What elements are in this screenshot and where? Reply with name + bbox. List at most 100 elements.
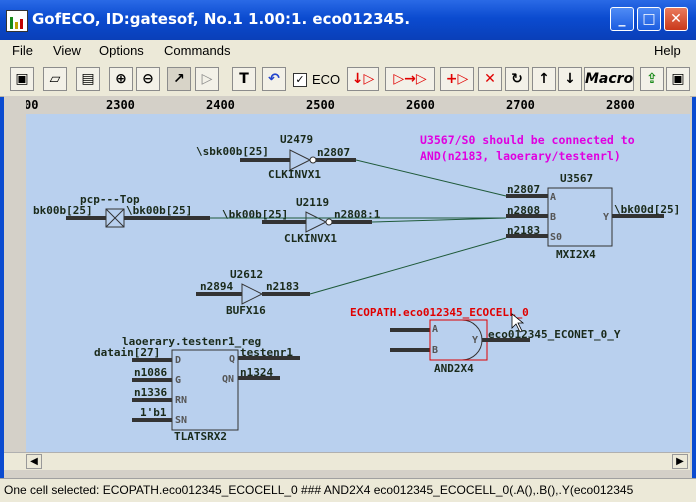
rotate-icon[interactable]: ↻ <box>505 67 529 91</box>
pcp-in-net: bk00b[25] <box>33 204 93 217</box>
eco-checkbox-label: ECO <box>312 72 341 87</box>
u2612-cell: BUFX16 <box>226 304 266 317</box>
reg-pin-rn: RN <box>175 395 187 406</box>
u3567-pin-a: A <box>550 192 556 203</box>
u3567-net-a: n2807 <box>507 183 540 196</box>
eco-path-label: ECOPATH.eco012345_ECOCELL_0 <box>350 306 529 319</box>
u2479-inverter-symbol[interactable] <box>289 149 312 171</box>
open-folder-icon[interactable]: ▱ <box>43 67 67 91</box>
delete-icon[interactable]: ✕ <box>478 67 502 91</box>
ruler-tick: 2600 <box>406 98 435 112</box>
eco-pin-y: Y <box>472 335 478 346</box>
reg-pin-g: G <box>175 375 181 386</box>
reg-pin-q: Q <box>229 354 235 365</box>
zoom-out-icon[interactable]: ⊖ <box>136 67 160 91</box>
u3567-net-b: n2808 <box>507 204 540 217</box>
u2119-in-net: \bk00b[25] <box>222 208 288 221</box>
macro-button[interactable]: Macro <box>584 67 634 91</box>
add-gate-icon[interactable]: +▷ <box>440 67 474 91</box>
window-title: GofECO, ID:gatesof, No.1 1.00:1. eco0123… <box>32 10 411 28</box>
ruler-tick: 2500 <box>306 98 335 112</box>
reg-net-qn: n1324 <box>240 366 273 379</box>
eco-note-line2: AND(n2183, laoerary/testenrl) <box>420 149 621 163</box>
horizontal-scrollbar[interactable]: ◀ ▶ <box>4 452 690 470</box>
select-arrow-icon[interactable]: ↗ <box>167 67 191 91</box>
reg-net-rn: n1336 <box>134 386 167 399</box>
ruler-tick: 2300 <box>106 98 135 112</box>
insert-gate-chain-icon[interactable]: ▷→▷ <box>385 67 435 91</box>
export-icon[interactable]: ⇪ <box>640 67 664 91</box>
u3567-net-s0: n2183 <box>507 224 540 237</box>
schematic-canvas[interactable]: U3567/S0 should be connected to AND(n218… <box>26 114 690 452</box>
arrow-up-icon[interactable]: ↑ <box>532 67 556 91</box>
save-icon[interactable]: ▣ <box>10 67 34 91</box>
horizontal-ruler: 00 2300 2400 2500 2600 2700 2800 <box>26 96 690 115</box>
ruler-tick: 00 <box>26 98 39 112</box>
ruler-tick: 2400 <box>206 98 235 112</box>
menu-commands[interactable]: Commands <box>164 43 230 58</box>
maximize-button[interactable]: □ <box>637 7 661 31</box>
ruler-tick: 2800 <box>606 98 635 112</box>
net-n2808-wire[interactable] <box>371 217 507 223</box>
eco-checkbox[interactable]: ✓ <box>293 73 307 87</box>
u2479-name: U2479 <box>280 133 313 146</box>
eco-note-line1: U3567/S0 should be connected to <box>420 133 635 147</box>
u3567-name: U3567 <box>560 172 593 185</box>
u3567-net-y: \bk00d[25] <box>614 203 680 216</box>
title-bar[interactable]: GofECO, ID:gatesof, No.1 1.00:1. eco0123… <box>0 0 696 40</box>
menu-help[interactable]: Help <box>654 43 681 58</box>
reg-pin-sn: SN <box>175 415 187 426</box>
menu-view[interactable]: View <box>53 43 81 58</box>
app-icon <box>6 10 28 32</box>
u2612-name: U2612 <box>230 268 263 281</box>
u3567-pin-b: B <box>550 212 556 223</box>
u2612-buffer-symbol[interactable] <box>241 283 264 305</box>
play-icon[interactable]: ▷ <box>195 67 219 91</box>
ruler-tick: 2700 <box>506 98 535 112</box>
u2612-in-net: n2894 <box>200 280 233 293</box>
menu-bar: File View Options Commands Help <box>0 40 696 62</box>
text-tool-icon[interactable]: T <box>232 67 256 91</box>
u2612-out-net: n2183 <box>266 280 299 293</box>
eco-pin-b: B <box>432 345 438 356</box>
net-n2807-wire[interactable] <box>355 159 507 197</box>
reg-pin-d: D <box>175 355 181 366</box>
u2119-bubble <box>325 218 333 226</box>
u3567-cell: MXI2X4 <box>556 248 596 261</box>
print-icon[interactable]: ▤ <box>76 67 100 91</box>
zoom-in-icon[interactable]: ⊕ <box>109 67 133 91</box>
u2479-bubble <box>309 156 317 164</box>
schematic-svg: U3567/S0 should be connected to AND(n218… <box>33 133 680 443</box>
vertical-ruler <box>4 96 27 452</box>
u2479-in-net: \sbk00b[25] <box>196 145 269 158</box>
reg-net-g: n1086 <box>134 366 167 379</box>
insert-buffer-icon[interactable]: ↓▷ <box>347 67 379 91</box>
reg-cell: TLATSRX2 <box>174 430 227 443</box>
u2119-out-net: n2808:1 <box>334 208 381 221</box>
arrow-down-icon[interactable]: ↓ <box>558 67 582 91</box>
u3567-pin-s0: S0 <box>550 232 562 243</box>
eco-pin-a: A <box>432 324 438 335</box>
close-button[interactable]: ✕ <box>664 7 688 31</box>
u2479-cell: CLKINVX1 <box>268 168 321 181</box>
reg-net-q: testenr1 <box>240 346 293 359</box>
scroll-right-icon[interactable]: ▶ <box>672 454 688 469</box>
save-disk-icon[interactable]: ▣ <box>666 67 690 91</box>
menu-options[interactable]: Options <box>99 43 144 58</box>
reg-net-sn: 1'b1 <box>140 406 167 419</box>
undo-icon[interactable]: ↶ <box>262 67 286 91</box>
minimize-button[interactable]: _ <box>610 7 634 31</box>
reg-pin-qn: QN <box>222 374 234 385</box>
u2119-name: U2119 <box>296 196 329 209</box>
u2119-cell: CLKINVX1 <box>284 232 337 245</box>
eco-net-y: eco012345_ECONET_0_Y <box>488 328 621 341</box>
net-n2183-wire[interactable] <box>309 237 507 295</box>
u2119-inverter-symbol[interactable] <box>305 211 328 233</box>
menu-file[interactable]: File <box>12 43 33 58</box>
status-text: One cell selected: ECOPATH.eco012345_ECO… <box>4 483 634 497</box>
status-bar: One cell selected: ECOPATH.eco012345_ECO… <box>0 478 696 502</box>
reg-net-d: datain[27] <box>94 346 160 359</box>
window-frame-right <box>692 40 696 478</box>
scroll-left-icon[interactable]: ◀ <box>26 454 42 469</box>
eco-cell: AND2X4 <box>434 362 474 375</box>
